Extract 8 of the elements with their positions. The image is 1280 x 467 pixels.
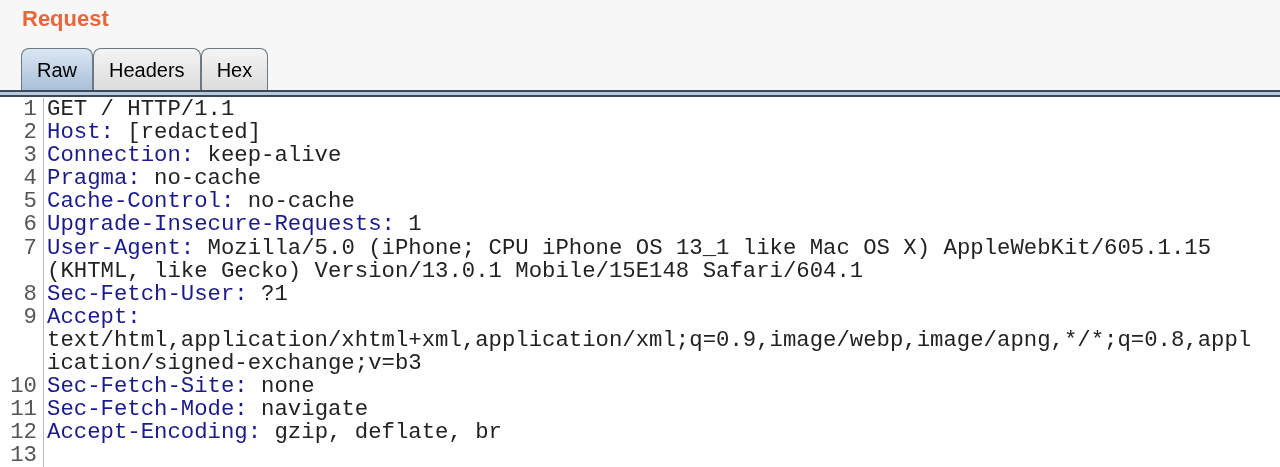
request-line: GET / HTTP/1.1 [47,96,235,122]
panel-title: Request [22,6,109,31]
header-name: Accept: [47,303,141,330]
tab[interactable]: Hex [200,48,269,90]
tab[interactable]: Headers [93,48,201,90]
header-value: ?1 [261,280,288,307]
line-number: 1 [23,96,37,122]
tab[interactable]: Raw [21,48,93,90]
